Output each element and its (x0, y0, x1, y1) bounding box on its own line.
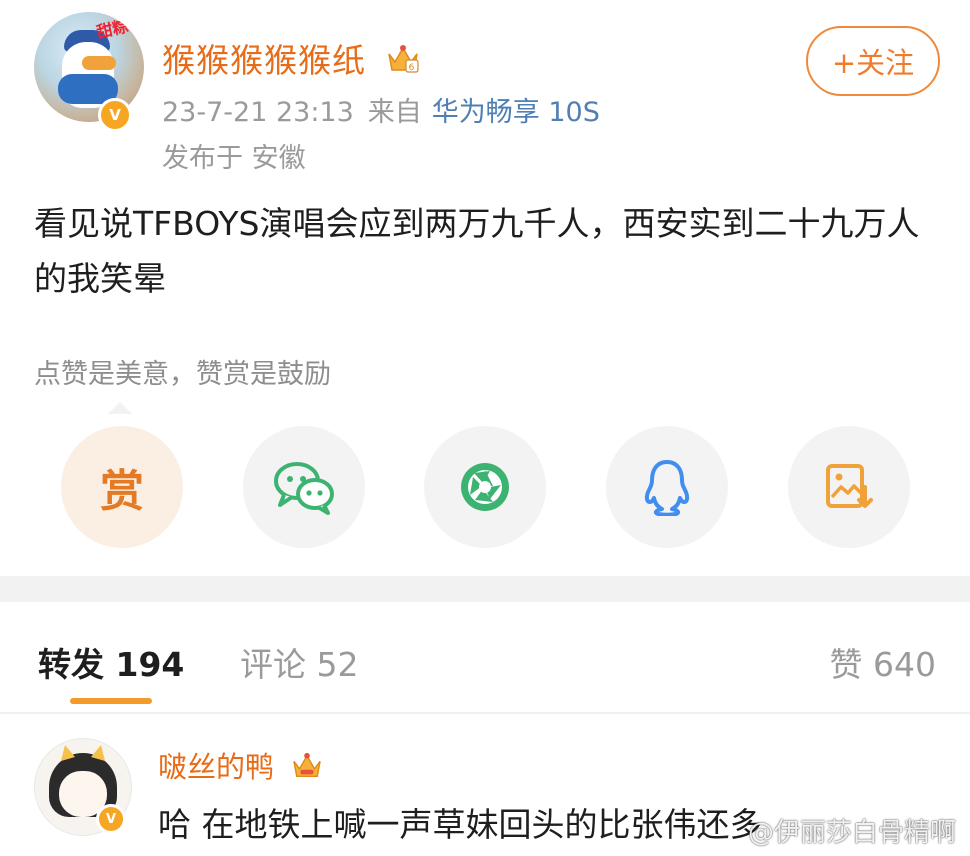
verified-badge-icon: V (96, 804, 126, 834)
section-divider (0, 576, 970, 602)
tab-repost[interactable]: 转发 194 (38, 638, 184, 686)
share-wechat-button[interactable] (243, 426, 365, 548)
hint-pointer (108, 402, 132, 414)
verified-badge-icon: V (98, 98, 132, 132)
post-body: 看见说TFBOYS演唱会应到两万九千人，西安实到二十九万人的我笑晕 (34, 204, 920, 298)
moments-icon (461, 463, 509, 511)
tab-comments[interactable]: 评论 52 (240, 638, 358, 686)
save-image-button[interactable] (788, 426, 910, 548)
source-prefix: 来自 (367, 97, 422, 128)
qq-icon (644, 460, 690, 516)
cat-ears-icon (61, 745, 105, 761)
watermark: @伊丽莎白骨精啊 (747, 818, 956, 848)
avatar-text: 甜粽了 (94, 13, 144, 42)
reward-hint: 点赞是美意，赞赏是鼓励 (34, 359, 331, 390)
comment-username-text[interactable]: 啵丝的鸭 (158, 750, 274, 784)
post-timestamp: 23-7-21 23:13 (162, 97, 354, 128)
post-source-link[interactable]: 华为畅享 10S (432, 97, 600, 128)
avatar-art (82, 56, 116, 70)
username-text[interactable]: 猴猴猴猴猴纸 (162, 41, 366, 80)
tabs-divider (0, 712, 970, 714)
post-location: 发布于 安徽 (162, 143, 306, 174)
save-image-icon (826, 464, 873, 508)
vip-crown-icon (291, 752, 323, 787)
comment-text: 哈 在地铁上喊一声草妹回头的比张伟还多 (158, 805, 763, 844)
vip-crown-icon: 6 (386, 43, 420, 82)
tab-likes[interactable]: 赞 640 (830, 638, 936, 686)
active-tab-indicator (70, 698, 152, 704)
reward-icon: 赏 (100, 466, 144, 517)
reward-button[interactable]: 赏 (61, 426, 183, 548)
wechat-icon (274, 462, 334, 515)
follow-button[interactable]: +关注 (806, 26, 940, 96)
comment-username[interactable]: 啵丝的鸭 (158, 744, 323, 787)
share-qq-button[interactable] (606, 426, 728, 548)
share-moments-button[interactable] (424, 426, 546, 548)
post-username[interactable]: 猴猴猴猴猴纸 6 (162, 34, 420, 82)
svg-text:6: 6 (408, 63, 415, 73)
post-meta: 23-7-21 23:13 来自 华为畅享 10S (162, 90, 600, 129)
